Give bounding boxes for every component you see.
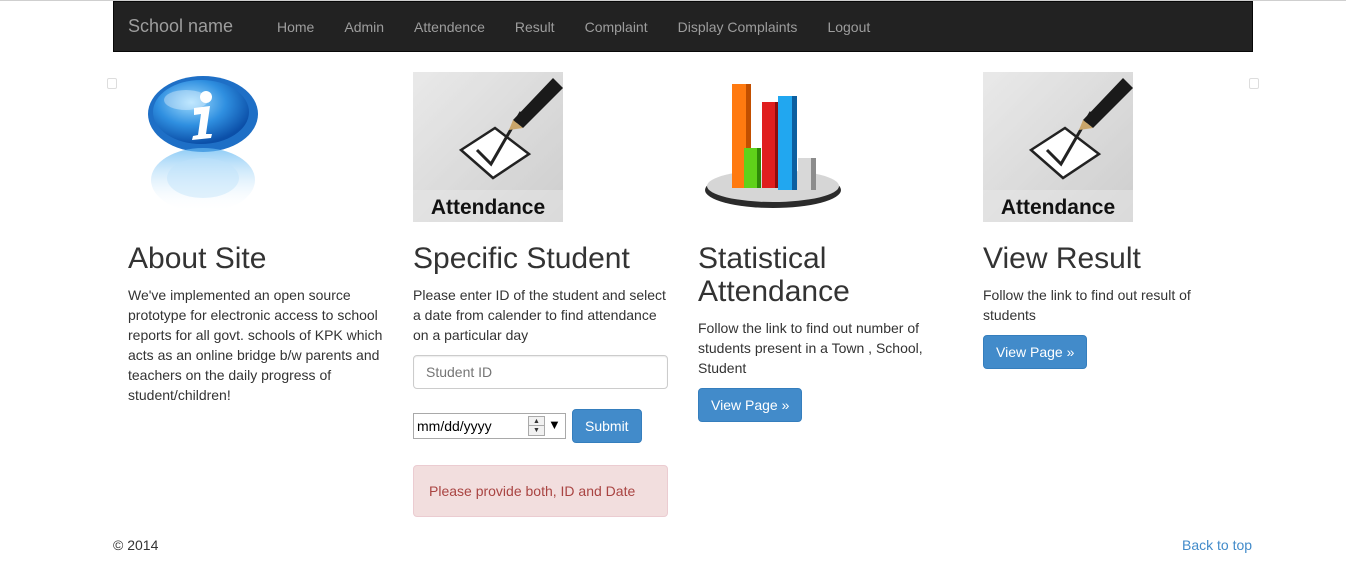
attendance-caption: Attendance [430,196,546,219]
nav-home[interactable]: Home [262,2,329,51]
date-spinner[interactable]: ▲ ▼ [528,416,545,436]
statistical-text: Follow the link to find out number of st… [698,320,923,376]
carousel-next-control[interactable] [1249,78,1259,89]
statistical-title: Statistical Attendance [698,242,850,308]
spin-down-icon[interactable]: ▼ [529,426,544,435]
statistical-column: Statistical Attendance Follow the link t… [698,72,953,422]
submit-button[interactable]: Submit [572,409,642,443]
copyright: © 2014 [113,537,159,553]
date-row: mm/dd/yyyy ▲ ▼ ▼ Submit [413,409,668,443]
result-view-page-button[interactable]: View Page » [983,335,1088,369]
navbar: School name Home Admin Attendence Result… [113,1,1253,52]
attendance-image: Attendance [413,72,563,222]
nav-display-complaints[interactable]: Display Complaints [663,2,813,51]
bar-chart-icon [698,72,848,222]
about-text: We've implemented an open source prototy… [128,287,383,403]
calendar-dropdown-icon[interactable]: ▼ [548,417,561,432]
date-input[interactable]: mm/dd/yyyy ▲ ▼ ▼ [413,413,566,439]
about-title: About Site [128,242,267,275]
info-icon [128,72,278,222]
specific-title: Specific Student [413,242,630,275]
nav-complaint[interactable]: Complaint [570,2,663,51]
brand-link[interactable]: School name [128,16,233,37]
error-alert: Please provide both, ID and Date [413,465,668,517]
nav-result[interactable]: Result [500,2,570,51]
result-attendance-caption: Attendance [1000,196,1116,219]
nav-admin[interactable]: Admin [329,2,399,51]
result-text: Follow the link to find out result of st… [983,287,1191,323]
nav-links: Home Admin Attendence Result Complaint D… [262,2,885,51]
date-placeholder: mm/dd/yyyy [417,418,492,434]
about-column: About Site We've implemented an open sou… [128,72,383,415]
nav-attendence[interactable]: Attendence [399,2,500,51]
back-to-top-link[interactable]: Back to top [1182,537,1252,553]
specific-student-column: Attendance Specific Student Please enter… [413,72,668,517]
student-id-input[interactable] [413,355,668,389]
result-title: View Result [983,242,1141,275]
carousel-prev-control[interactable] [107,78,117,89]
specific-text: Please enter ID of the student and selec… [413,287,666,343]
spin-up-icon[interactable]: ▲ [529,417,544,426]
statistical-view-page-button[interactable]: View Page » [698,388,803,422]
nav-logout[interactable]: Logout [812,2,885,51]
result-attendance-image: Attendance [983,72,1133,222]
result-column: Attendance View Result Follow the link t… [983,72,1238,369]
